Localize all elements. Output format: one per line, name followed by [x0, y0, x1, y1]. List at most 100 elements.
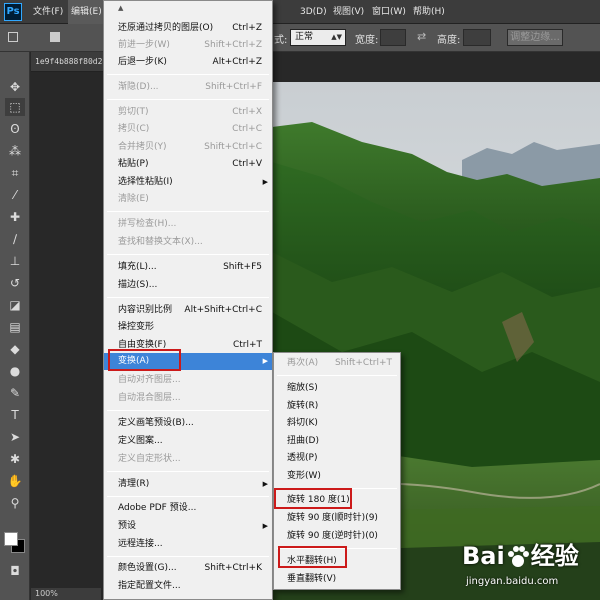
hand-tool-icon[interactable]: ✋ — [5, 472, 25, 490]
refine-edge-button[interactable]: 调整边缘... — [507, 29, 563, 46]
swap-icon[interactable]: ⇄ — [417, 30, 426, 43]
lasso-tool-icon[interactable]: ʘ — [5, 120, 25, 138]
width-label: 宽度: — [355, 35, 379, 46]
menu-item-define-pattern[interactable]: 定义图案... — [104, 433, 272, 450]
submenu-arrow-icon: ▶ — [262, 480, 268, 488]
menu-item-color-settings[interactable]: 颜色设置(G)... Shift+Ctrl+K — [104, 560, 272, 577]
menu-item-shortcut: Shift+F5 — [223, 262, 262, 272]
menu-item-label: Adobe PDF 预设... — [118, 503, 197, 513]
menu-item-free-transform[interactable]: 自由变换(F) Ctrl+T — [104, 337, 272, 354]
eyedropper-tool-icon[interactable]: ⁄ — [5, 186, 25, 204]
menu-separator — [107, 211, 269, 212]
submenu-arrow-icon: ▶ — [262, 178, 268, 186]
healing-brush-tool-icon[interactable]: ✚ — [5, 208, 25, 226]
menu-item-label: 变形(W) — [287, 471, 321, 481]
menu-item-label: 清除(E) — [118, 194, 149, 204]
menu-item-auto-blend-layers[interactable]: 自动混合图层... — [104, 390, 272, 407]
menu-item-define-brush[interactable]: 定义画笔预设(B)... — [104, 415, 272, 432]
magic-wand-tool-icon[interactable]: ⁂ — [5, 142, 25, 160]
menu-item-cut[interactable]: 剪切(T) Ctrl+X — [104, 104, 272, 121]
submenu-item-rotate-90-cw[interactable]: 旋转 90 度(顺时针)(9) — [274, 510, 400, 527]
menu-item-define-custom-shape[interactable]: 定义自定形状... — [104, 451, 272, 468]
height-label: 高度: — [437, 35, 461, 46]
menu-item-fill[interactable]: 填充(L)... Shift+F5 — [104, 259, 272, 276]
style-select[interactable]: 正常 ▲▼ — [290, 29, 346, 46]
blur-tool-icon[interactable]: ◆ — [5, 340, 25, 358]
submenu-item-flip-horizontal[interactable]: 水平翻转(H) — [274, 553, 400, 570]
type-tool-icon[interactable]: T — [5, 406, 25, 424]
submenu-item-rotate[interactable]: 旋转(R) — [274, 398, 400, 415]
tool-preset-icon[interactable] — [8, 32, 18, 42]
marquee-tool-icon[interactable]: ⬚ — [5, 98, 25, 116]
dodge-tool-icon[interactable]: ● — [5, 362, 25, 380]
path-selection-tool-icon[interactable]: ➤ — [5, 428, 25, 446]
brush-tool-icon[interactable]: ∕ — [5, 230, 25, 248]
menu-item-auto-align-layers[interactable]: 自动对齐图层... — [104, 372, 272, 389]
style-select-value: 正常 — [295, 32, 314, 42]
quick-mask-icon[interactable]: ◘ — [5, 562, 25, 580]
width-field[interactable] — [380, 29, 406, 46]
zoom-tool-icon[interactable]: ⚲ — [5, 494, 25, 512]
height-field[interactable] — [463, 29, 491, 46]
move-tool-icon[interactable]: ✥ — [5, 78, 25, 96]
menu-item-copy-merged[interactable]: 合并拷贝(Y) Shift+Ctrl+C — [104, 139, 272, 156]
scroll-up-arrow-icon[interactable]: ▲ — [118, 4, 123, 12]
submenu-item-perspective[interactable]: 透视(P) — [274, 450, 400, 467]
menu-item-puppet-warp[interactable]: 操控变形 — [104, 319, 272, 336]
menu-help[interactable]: 帮助(H) — [410, 0, 448, 24]
menu-item-shortcut: Shift+Ctrl+C — [204, 142, 262, 152]
menu-item-presets[interactable]: 预设 ▶ — [104, 518, 272, 535]
eraser-tool-icon[interactable]: ◪ — [5, 296, 25, 314]
menu-item-content-aware-scale[interactable]: 内容识别比例 Alt+Shift+Ctrl+C — [104, 302, 272, 319]
menu-item-shortcut: Shift+Ctrl+F — [205, 82, 262, 92]
pen-tool-icon[interactable]: ✎ — [5, 384, 25, 402]
menu-item-find-replace[interactable]: 查找和替换文本(X)... — [104, 234, 272, 251]
menu-item-label: 定义图案... — [118, 436, 163, 446]
submenu-item-warp[interactable]: 变形(W) — [274, 468, 400, 485]
menu-file[interactable]: 文件(F) — [30, 0, 66, 24]
submenu-item-distort[interactable]: 扭曲(D) — [274, 433, 400, 450]
menu-item-shortcut: Ctrl+V — [232, 159, 262, 169]
menu-item-step-forward[interactable]: 前进一步(W) Shift+Ctrl+Z — [104, 37, 272, 54]
menu-item-purge[interactable]: 清理(R) ▶ — [104, 476, 272, 493]
crop-tool-icon[interactable]: ⌗ — [5, 164, 25, 182]
menu-item-step-backward[interactable]: 后退一步(K) Alt+Ctrl+Z — [104, 54, 272, 71]
menu-item-label: 选择性粘贴(I) — [118, 177, 173, 187]
gradient-tool-icon[interactable]: ▤ — [5, 318, 25, 336]
menu-item-copy[interactable]: 拷贝(C) Ctrl+C — [104, 121, 272, 138]
menu-item-shortcut: Ctrl+Z — [232, 23, 262, 33]
menu-3d[interactable]: 3D(D) — [297, 0, 330, 24]
menu-item-stroke[interactable]: 描边(S)... — [104, 277, 272, 294]
new-selection-icon[interactable] — [50, 32, 60, 42]
menu-item-adobe-pdf-presets[interactable]: Adobe PDF 预设... — [104, 500, 272, 517]
menu-item-remote-connections[interactable]: 远程连接... — [104, 536, 272, 553]
menu-item-label: 旋转 90 度(顺时针)(9) — [287, 513, 378, 523]
menu-item-spell-check[interactable]: 拼写检查(H)... — [104, 216, 272, 233]
menu-window[interactable]: 窗口(W) — [369, 0, 409, 24]
submenu-item-rotate-90-ccw[interactable]: 旋转 90 度(逆时针)(0) — [274, 528, 400, 545]
menu-separator — [107, 99, 269, 100]
menu-item-transform[interactable]: 变换(A) ▶ — [104, 353, 272, 370]
menu-item-undo[interactable]: 还原通过拷贝的图层(O) Ctrl+Z — [104, 20, 272, 37]
baidu-logo-text-right: 经验 — [530, 542, 579, 570]
menu-item-fade[interactable]: 渐隐(D)... Shift+Ctrl+F — [104, 79, 272, 96]
menu-item-paste[interactable]: 粘贴(P) Ctrl+V — [104, 156, 272, 173]
menu-edit[interactable]: 编辑(E) — [68, 0, 105, 24]
menu-item-label: 旋转 180 度(1) — [287, 495, 350, 505]
shape-tool-icon[interactable]: ✱ — [5, 450, 25, 468]
history-brush-tool-icon[interactable]: ↺ — [5, 274, 25, 292]
menu-item-assign-profile[interactable]: 指定配置文件... — [104, 578, 272, 595]
menu-item-label: 查找和替换文本(X)... — [118, 237, 203, 247]
submenu-item-again[interactable]: 再次(A) Shift+Ctrl+T — [274, 355, 400, 372]
menu-item-clear[interactable]: 清除(E) — [104, 191, 272, 208]
zoom-level[interactable]: 100% — [31, 588, 101, 600]
foreground-color-swatch[interactable] — [4, 532, 18, 546]
submenu-item-scale[interactable]: 缩放(S) — [274, 380, 400, 397]
submenu-item-rotate-180[interactable]: 旋转 180 度(1) — [274, 492, 400, 509]
submenu-item-skew[interactable]: 斜切(K) — [274, 415, 400, 432]
menu-item-paste-special[interactable]: 选择性粘贴(I) ▶ — [104, 174, 272, 191]
submenu-item-flip-vertical[interactable]: 垂直翻转(V) — [274, 571, 400, 588]
clone-stamp-tool-icon[interactable]: ⊥ — [5, 252, 25, 270]
tools-panel: ✥ ⬚ ʘ ⁂ ⌗ ⁄ ✚ ∕ ⊥ ↺ ◪ ▤ ◆ ● ✎ T ➤ ✱ ✋ ⚲ … — [0, 52, 30, 600]
menu-view[interactable]: 视图(V) — [330, 0, 367, 24]
